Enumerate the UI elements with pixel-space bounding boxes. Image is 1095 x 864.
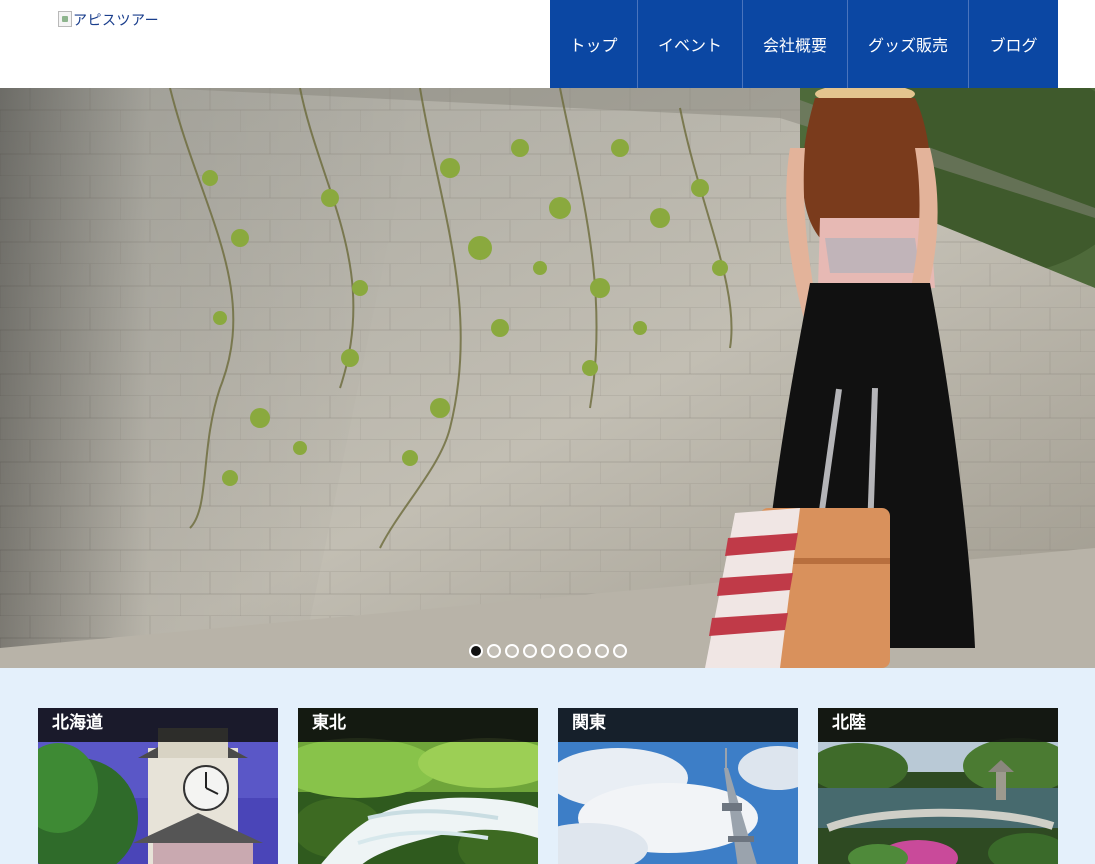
slider-dot[interactable] (577, 644, 591, 658)
nav-item-company[interactable]: 会社概要 (743, 0, 848, 88)
logo-alt-text: アピスツアー (73, 13, 160, 29)
nav-item-top[interactable]: トップ (550, 0, 638, 88)
region-card-tohoku[interactable]: 東北 (298, 708, 538, 864)
global-nav: トップ イベント 会社概要 グッズ販売 ブログ (550, 0, 1058, 88)
region-card-hokuriku[interactable]: 北陸 (818, 708, 1058, 864)
region-card-title: 北陸 (818, 708, 1058, 742)
slider-dot[interactable] (469, 644, 483, 658)
region-section: 北海道 東北 関東 北陸 (0, 668, 1095, 864)
slider-dot[interactable] (559, 644, 573, 658)
slider-dot[interactable] (505, 644, 519, 658)
nav-item-goods[interactable]: グッズ販売 (848, 0, 969, 88)
slider-dot[interactable] (613, 644, 627, 658)
site-logo[interactable]: アピスツアー (58, 10, 159, 30)
slider-dot[interactable] (523, 644, 537, 658)
nav-item-blog[interactable]: ブログ (969, 0, 1058, 88)
region-card-title: 東北 (298, 708, 538, 742)
broken-image-icon (58, 11, 72, 27)
region-card-title: 関東 (558, 708, 798, 742)
slider-dot[interactable] (595, 644, 609, 658)
slider-dot[interactable] (487, 644, 501, 658)
hero-image (0, 88, 1095, 668)
slider-pagination (469, 644, 627, 658)
region-card-kanto[interactable]: 関東 (558, 708, 798, 864)
hero-slider[interactable] (0, 88, 1095, 668)
region-card-title: 北海道 (38, 708, 278, 742)
site-header: アピスツアー トップ イベント 会社概要 グッズ販売 ブログ (0, 0, 1095, 88)
slider-dot[interactable] (541, 644, 555, 658)
region-card-hokkaido[interactable]: 北海道 (38, 708, 278, 864)
nav-item-event[interactable]: イベント (638, 0, 743, 88)
